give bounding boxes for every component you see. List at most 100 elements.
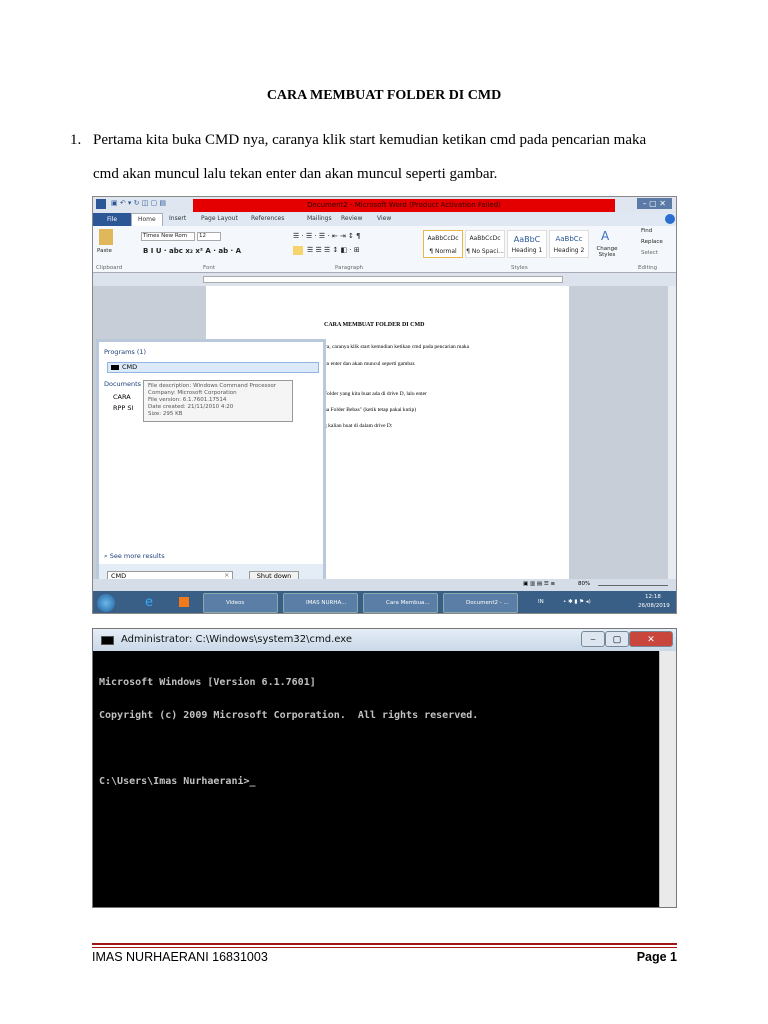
- group-font: Font: [203, 265, 215, 271]
- select-button[interactable]: Select: [641, 250, 658, 256]
- page-line: ya, caranya klik start kemudian ketikan …: [324, 344, 470, 350]
- replace-button[interactable]: Replace: [641, 239, 663, 245]
- font-size-select[interactable]: 12: [197, 232, 221, 241]
- ribbon: Paste Times New Rom 12 B I U · abc x₂ x²…: [93, 226, 676, 273]
- tab-file[interactable]: File: [93, 213, 131, 226]
- view-buttons[interactable]: ▣ ▥ ▤ ☰ ≡: [523, 581, 555, 587]
- taskbar-videos[interactable]: Videos: [203, 593, 278, 613]
- footer-divider: [92, 943, 677, 945]
- style-name: Heading 1: [511, 247, 543, 254]
- align-buttons[interactable]: ☰ ☰ ☰ ↕ ◧ · ⊞: [307, 246, 360, 254]
- cmd-icon: [111, 365, 119, 370]
- style-heading-2[interactable]: AaBbCc Heading 2: [549, 230, 589, 258]
- cmd-icon: [101, 636, 114, 645]
- page-line: na Folder Bebas" (ketik tetap pakai kuti…: [324, 407, 417, 413]
- cmd-scrollbar[interactable]: [659, 651, 676, 907]
- cmd-line: Microsoft Windows [Version 6.1.7601]: [99, 677, 316, 688]
- taskbar-explorer[interactable]: IMAS NURHA...: [283, 593, 358, 613]
- tooltip-line: Size: 295 KB: [148, 411, 183, 417]
- font-name-select[interactable]: Times New Rom: [141, 232, 195, 241]
- font-format-buttons[interactable]: B I U · abc x₂ x² A · ab · A: [143, 247, 241, 255]
- step-text-line1: Pertama kita buka CMD nya, caranya klik …: [93, 132, 647, 148]
- tooltip-line: File description: Windows Command Proces…: [148, 383, 276, 389]
- style-preview: AaBbCcDc: [469, 235, 501, 242]
- clock-date[interactable]: 26/08/2019: [638, 603, 670, 609]
- tab-insert[interactable]: Insert: [169, 215, 186, 222]
- page-line: Folder yang kita buat ada di drive D, la…: [324, 391, 427, 397]
- tray-icons[interactable]: • ✱ ▮ ⚑ ◂): [563, 599, 591, 605]
- see-more-label: See more results: [109, 552, 165, 560]
- document-item[interactable]: RPP SI: [113, 404, 133, 412]
- taskbar: e Videos IMAS NURHA... Cara Membua... Do…: [93, 591, 676, 613]
- page-number: Page 1: [636, 950, 677, 964]
- zoom-level[interactable]: 80%: [578, 581, 590, 587]
- vertical-scrollbar[interactable]: [668, 286, 676, 579]
- clear-search-icon[interactable]: ×: [224, 571, 229, 579]
- group-styles: Styles: [511, 265, 528, 271]
- cmd-prompt: C:\Users\Imas Nurhaerani>_: [99, 776, 256, 787]
- cmd-screenshot: Administrator: C:\Windows\system32\cmd.e…: [92, 628, 677, 908]
- list-number: 1.: [70, 132, 82, 148]
- status-bar: ▣ ▥ ▤ ☰ ≡ 80%: [93, 579, 676, 591]
- close-button[interactable]: ✕: [629, 631, 673, 647]
- style-no-spacing[interactable]: AaBbCcDc ¶ No Spaci...: [465, 230, 505, 258]
- window-controls[interactable]: – ▢ ✕: [636, 198, 672, 209]
- tab-review[interactable]: Review: [341, 215, 362, 222]
- align-left-button[interactable]: [293, 246, 303, 255]
- step-text-line2: cmd akan muncul lalu tekan enter dan aka…: [93, 166, 498, 182]
- footer-author: IMAS NURHAERANI 16831003: [92, 950, 268, 964]
- ruler-scale[interactable]: [203, 276, 563, 283]
- word-logo-icon: [96, 199, 106, 209]
- tooltip-line: Company: Microsoft Corporation: [148, 390, 237, 396]
- paragraph-buttons[interactable]: ☰ · ☰ · ☰ · ⇤ ⇥ ↕ ¶: [293, 232, 361, 240]
- style-name: ¶ No Spaci...: [466, 248, 504, 255]
- tab-mailings[interactable]: Mailings: [307, 215, 332, 222]
- page-line: an enter dan akan muncul seperti gambar.: [324, 361, 416, 367]
- zoom-slider[interactable]: [598, 585, 668, 586]
- media-player-icon[interactable]: [179, 597, 189, 607]
- tab-references[interactable]: References: [251, 215, 284, 222]
- find-button[interactable]: Find: [641, 228, 652, 234]
- style-name: ¶ Normal: [429, 248, 457, 255]
- maximize-button[interactable]: ▢: [605, 631, 629, 647]
- ruler: [93, 273, 676, 286]
- style-preview: AaBbCc: [555, 235, 583, 243]
- group-clipboard: Clipboard: [96, 265, 123, 271]
- tooltip-line: File version: 6.1.7601.17514: [148, 397, 227, 403]
- taskbar-word[interactable]: Document2 - ...: [443, 593, 518, 613]
- style-name: Heading 2: [553, 247, 585, 254]
- paste-icon[interactable]: [99, 229, 113, 245]
- help-icon[interactable]: [665, 214, 675, 224]
- program-label: CMD: [122, 363, 138, 371]
- change-styles-button[interactable]: Change Styles: [596, 246, 618, 258]
- see-more-results-link[interactable]: ⌕ See more results: [104, 552, 165, 561]
- style-preview: AaBbCcDc: [427, 235, 459, 242]
- style-preview: AaBbC: [513, 235, 541, 244]
- tab-view[interactable]: View: [377, 215, 391, 222]
- paste-label[interactable]: Paste: [97, 248, 112, 254]
- tab-home[interactable]: Home: [131, 213, 163, 226]
- start-menu: Programs (1) CMD Documents CARA RPP SI F…: [96, 339, 326, 591]
- cmd-line: ​: [99, 743, 478, 754]
- programs-header: Programs (1): [104, 348, 147, 356]
- tab-page-layout[interactable]: Page Layout: [201, 215, 238, 222]
- cmd-output[interactable]: Microsoft Windows [Version 6.1.7601] Cop…: [99, 655, 478, 809]
- footer-divider: [92, 947, 677, 948]
- change-styles-icon[interactable]: A: [601, 229, 609, 243]
- document-title: CARA MEMBUAT FOLDER DI CMD: [266, 88, 502, 103]
- page-title: CARA MEMBUAT FOLDER DI CMD: [324, 322, 425, 328]
- language-indicator[interactable]: IN: [538, 599, 544, 605]
- style-heading-1[interactable]: AaBbC Heading 1: [507, 230, 547, 258]
- document-item[interactable]: CARA: [113, 393, 131, 401]
- style-normal[interactable]: AaBbCcDc ¶ Normal: [423, 230, 463, 258]
- minimize-button[interactable]: –: [581, 631, 605, 647]
- window-title: Document2 - Microsoft Word (Product Acti…: [193, 199, 615, 212]
- word-screenshot: ▣ ↶ ▾ ↻ ◫ ▢ ▤ Document2 - Microsoft Word…: [92, 196, 677, 614]
- page-line: g kalian buat di dalam drive D:: [324, 423, 393, 429]
- start-button-icon[interactable]: [97, 594, 115, 612]
- clock-time[interactable]: 12:18: [645, 594, 661, 600]
- taskbar-chrome[interactable]: Cara Membua...: [363, 593, 438, 613]
- ie-icon[interactable]: e: [145, 595, 153, 610]
- program-cmd[interactable]: CMD: [107, 362, 319, 373]
- cmd-line: Copyright (c) 2009 Microsoft Corporation…: [99, 710, 479, 721]
